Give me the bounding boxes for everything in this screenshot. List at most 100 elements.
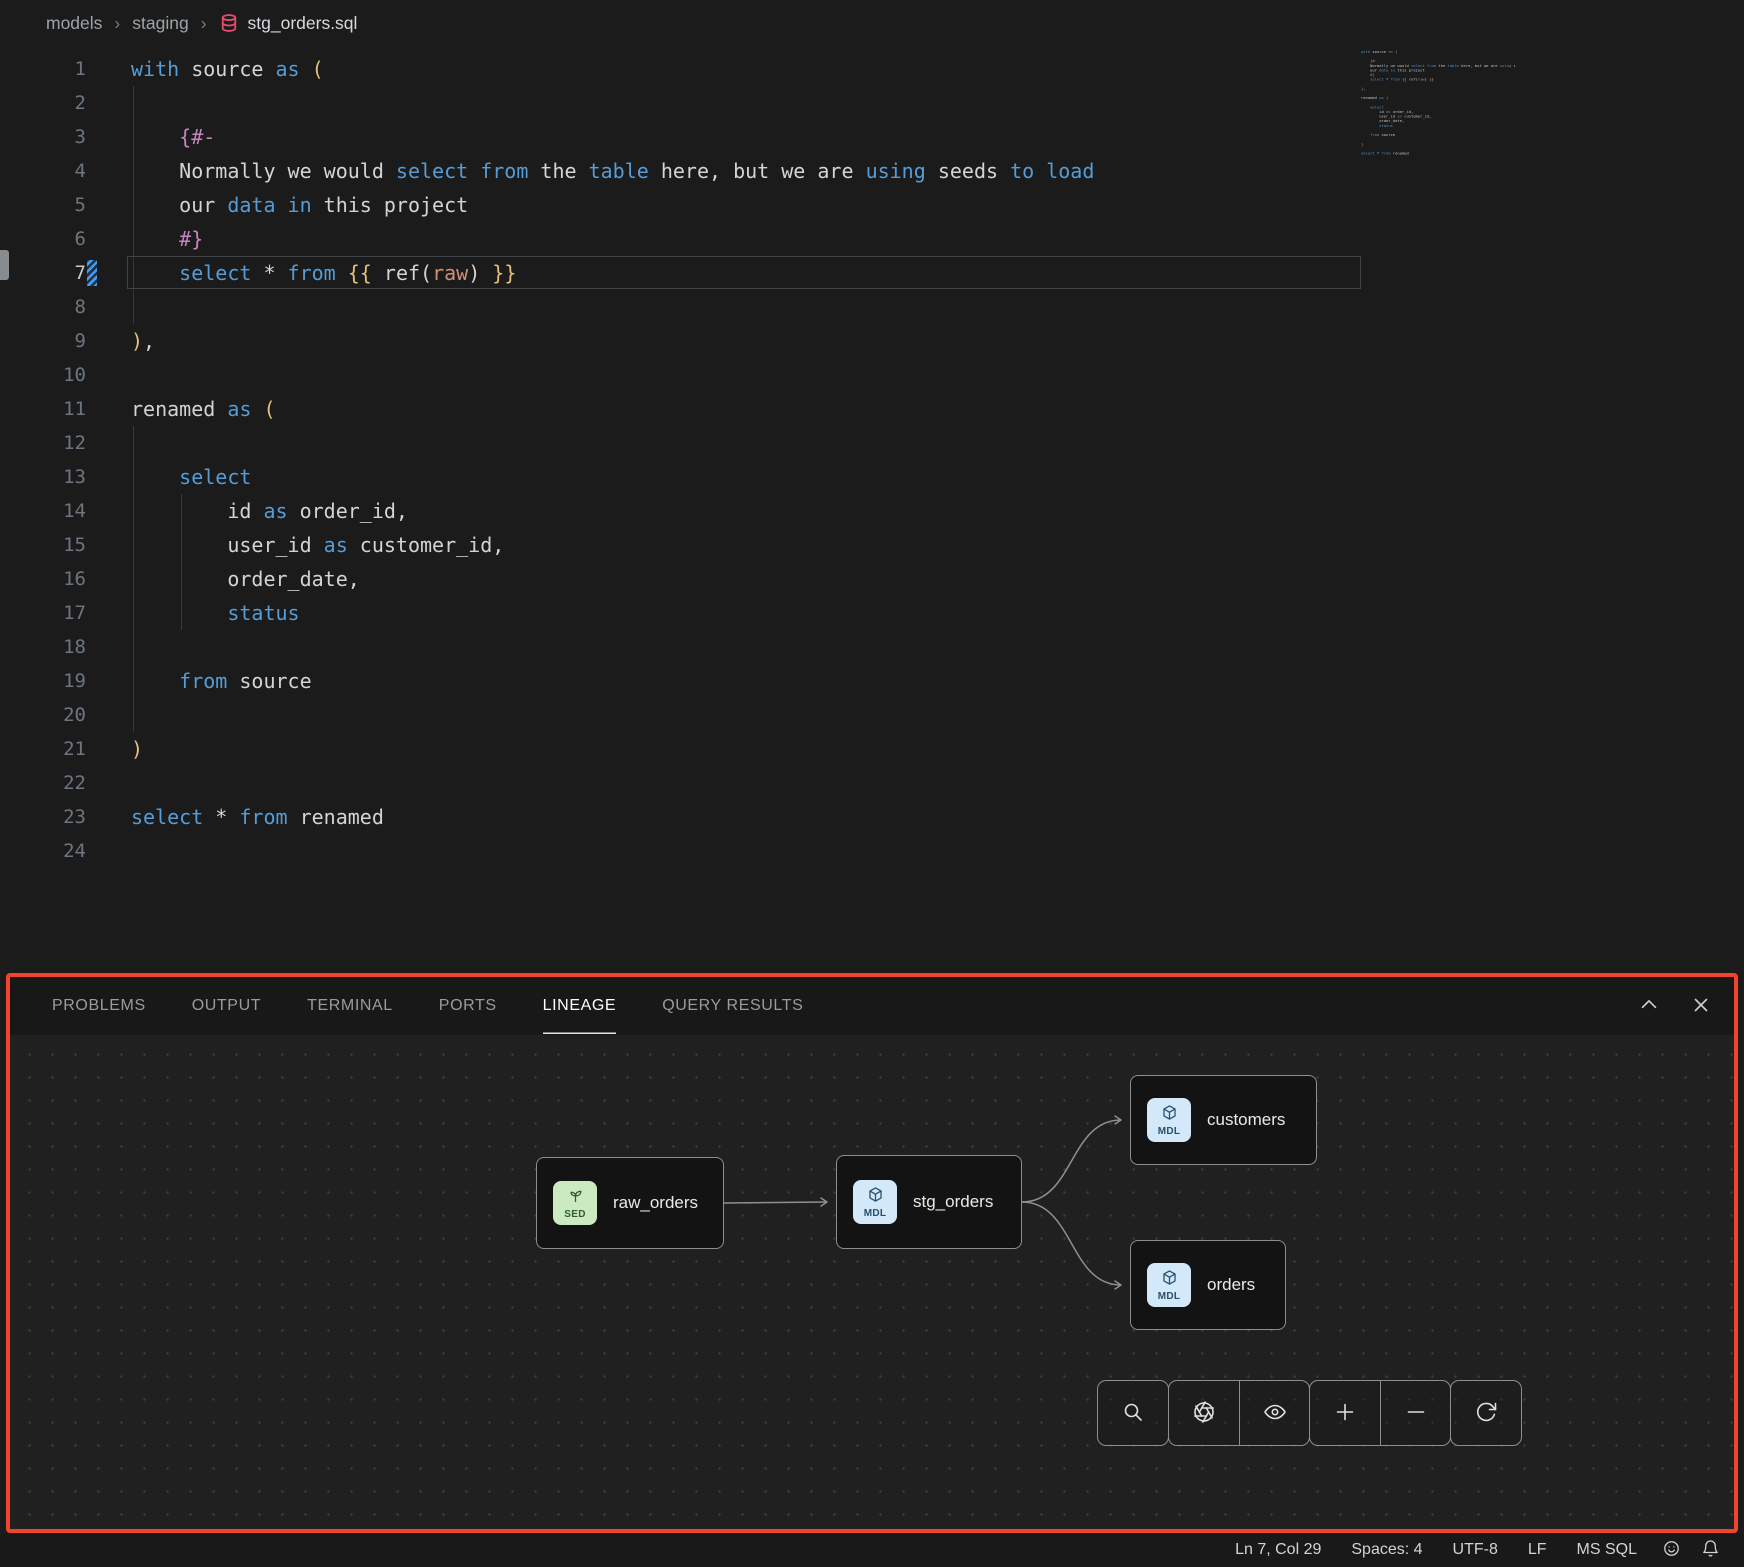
- edge-stg_orders-to-customers: [1022, 1120, 1121, 1202]
- breadcrumb-separator: ›: [201, 13, 207, 34]
- indent-guide: [133, 426, 134, 460]
- breadcrumb: models › staging › stg_orders.sql: [0, 0, 1744, 46]
- status-ln-7-col-29[interactable]: Ln 7, Col 29: [1220, 1541, 1336, 1559]
- line-number: 11: [0, 392, 86, 426]
- edge-raw_orders-to-stg_orders: [724, 1202, 827, 1203]
- node-badge-label: MDL: [864, 1208, 887, 1219]
- status-ms-sql[interactable]: MS SQL: [1562, 1541, 1652, 1559]
- editor-line[interactable]: 22: [0, 766, 1744, 800]
- status-lf[interactable]: LF: [1513, 1541, 1562, 1559]
- zoom-out-button[interactable]: [1380, 1381, 1450, 1445]
- line-number: 19: [0, 664, 86, 698]
- zoom-out-icon: [1404, 1400, 1428, 1427]
- line-number: 20: [0, 698, 86, 732]
- bell-icon: [1701, 1539, 1720, 1561]
- panel-tab-terminal[interactable]: TERMINAL: [307, 978, 393, 1034]
- panel-tab-query-results[interactable]: QUERY RESULTS: [662, 978, 803, 1034]
- cube-icon: [1161, 1269, 1178, 1291]
- app-window: models › staging › stg_orders.sql 1 with sou…: [0, 0, 1744, 1567]
- code-text: with source as (: [131, 52, 324, 86]
- zoom-in-button[interactable]: [1310, 1381, 1380, 1445]
- editor-line[interactable]: 23 select * from renamed: [0, 800, 1744, 834]
- editor-line[interactable]: 13 select: [0, 460, 1744, 494]
- refresh-icon: [1474, 1400, 1498, 1427]
- code-text: ),: [131, 324, 155, 358]
- node-label: customers: [1207, 1110, 1285, 1130]
- editor-line[interactable]: 12: [0, 426, 1744, 460]
- node-label: stg_orders: [913, 1192, 993, 1212]
- breadcrumb-file[interactable]: stg_orders.sql: [219, 13, 358, 34]
- minimap-content: with source as ( {#- Normally we would s…: [1361, 50, 1515, 161]
- code-text: {#-: [131, 120, 215, 154]
- line-number: 23: [0, 800, 86, 834]
- editor-line[interactable]: 20: [0, 698, 1744, 732]
- cube-icon: [867, 1186, 884, 1208]
- code-text: Normally we would select from the table …: [131, 154, 1094, 188]
- editor-line[interactable]: 11renamed as (: [0, 392, 1744, 426]
- code-text: id as order_id,: [131, 494, 408, 528]
- aperture-button[interactable]: [1169, 1381, 1239, 1445]
- panel-collapse-button[interactable]: [1636, 992, 1662, 1021]
- line-number: 22: [0, 766, 86, 800]
- breadcrumb-item-staging[interactable]: staging: [132, 13, 188, 34]
- editor-line[interactable]: 21): [0, 732, 1744, 766]
- gutter-change-marker[interactable]: [87, 260, 97, 286]
- editor-line[interactable]: 8: [0, 290, 1744, 324]
- edge-stg_orders-to-orders: [1022, 1202, 1121, 1285]
- lineage-node-raw_orders[interactable]: SEDraw_orders: [536, 1157, 724, 1249]
- panel-tab-output[interactable]: OUTPUT: [192, 978, 261, 1034]
- code-text: select * from renamed: [131, 800, 384, 834]
- indent-guide: [133, 290, 134, 324]
- editor-line[interactable]: 18: [0, 630, 1744, 664]
- editor-line[interactable]: 6 #}: [0, 222, 1744, 256]
- panel-tab-lineage[interactable]: LINEAGE: [543, 978, 617, 1034]
- line-number: 15: [0, 528, 86, 562]
- status-spaces-4[interactable]: Spaces: 4: [1336, 1541, 1437, 1559]
- refresh-button[interactable]: [1451, 1381, 1521, 1445]
- close-icon: [1690, 994, 1712, 1019]
- panel-tab-problems[interactable]: PROBLEMS: [52, 978, 146, 1034]
- breadcrumb-item-models[interactable]: models: [46, 13, 102, 34]
- editor-line[interactable]: 7 select * from {{ ref(raw) }}: [0, 256, 1744, 290]
- line-number: 5: [0, 188, 86, 222]
- code-editor[interactable]: 1with source as (23 {#-4 Normally we wou…: [0, 46, 1744, 973]
- notifications-button[interactable]: [1691, 1539, 1730, 1561]
- status-bar: Ln 7, Col 29Spaces: 4UTF-8LFMS SQL: [0, 1533, 1744, 1567]
- cube-icon: [1161, 1104, 1178, 1126]
- line-number: 8: [0, 290, 86, 324]
- eye-button[interactable]: [1239, 1381, 1309, 1445]
- lineage-node-stg_orders[interactable]: MDL stg_orders: [836, 1155, 1022, 1249]
- status-items: Ln 7, Col 29Spaces: 4UTF-8LFMS SQL: [1220, 1541, 1652, 1559]
- status-utf-8[interactable]: UTF-8: [1438, 1541, 1513, 1559]
- breadcrumb-separator: ›: [114, 13, 120, 34]
- search-button[interactable]: [1098, 1381, 1168, 1445]
- editor-line[interactable]: 17 status: [0, 596, 1744, 630]
- line-number: 6: [0, 222, 86, 256]
- toolbar-group: [1309, 1380, 1451, 1446]
- panel-tab-ports[interactable]: PORTS: [439, 978, 497, 1034]
- toolbar-group: [1450, 1380, 1522, 1446]
- editor-line[interactable]: 19 from source: [0, 664, 1744, 698]
- line-number: 1: [0, 52, 86, 86]
- indent-guide: [133, 630, 134, 664]
- feedback-button[interactable]: [1652, 1539, 1691, 1561]
- toolbar-group: [1097, 1380, 1169, 1446]
- editor-line[interactable]: 16 order_date,: [0, 562, 1744, 596]
- search-icon: [1121, 1400, 1145, 1427]
- editor-line[interactable]: 9),: [0, 324, 1744, 358]
- lineage-toolbar: [1097, 1380, 1522, 1446]
- editor-line[interactable]: 24: [0, 834, 1744, 868]
- code-text: select * from {{ ref(raw) }}: [131, 256, 516, 290]
- node-badge-label: MDL: [1158, 1291, 1181, 1302]
- panel-close-button[interactable]: [1688, 992, 1714, 1021]
- editor-line[interactable]: 10: [0, 358, 1744, 392]
- breadcrumb-path: models › staging ›: [46, 13, 207, 34]
- code-text: status: [131, 596, 300, 630]
- minimap[interactable]: with source as ( {#- Normally we would s…: [1361, 50, 1515, 200]
- lineage-canvas[interactable]: SEDraw_ordersMDLstg_ordersMDLcustomersMD…: [10, 1035, 1734, 1529]
- lineage-node-orders[interactable]: MDLorders: [1130, 1240, 1286, 1330]
- editor-line[interactable]: 15 user_id as customer_id,: [0, 528, 1744, 562]
- editor-line[interactable]: 14 id as order_id,: [0, 494, 1744, 528]
- lineage-node-customers[interactable]: MDLcustomers: [1130, 1075, 1317, 1165]
- node-badge: MDL: [1147, 1263, 1191, 1307]
